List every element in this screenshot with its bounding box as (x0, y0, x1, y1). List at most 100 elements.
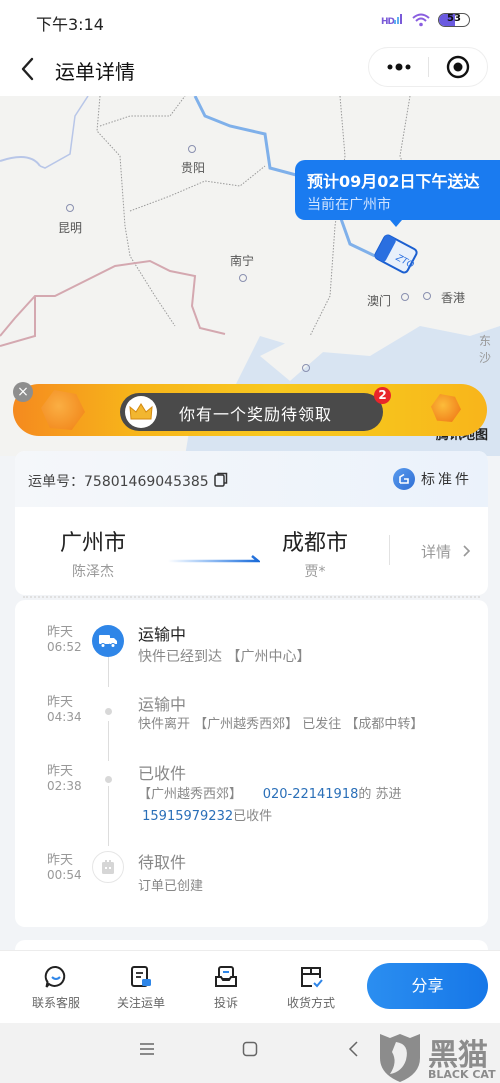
timeline-dot (105, 776, 112, 783)
timeline-time: 06:52 (47, 640, 82, 654)
city-label: 昆明 (58, 221, 83, 235)
system-back-icon[interactable] (348, 1041, 360, 1057)
details-label: 详情 (421, 543, 452, 561)
chevron-right-icon (463, 545, 470, 557)
eta-text: 预计09月02日下午送达 (307, 172, 480, 191)
city-label: 南宁 (230, 254, 255, 268)
shipment-card: 运单号：75801469045385 标准件 广州市 陈泽杰 成都市 贾* 详情 (15, 451, 488, 595)
phone-link[interactable]: 15915979232 (142, 809, 233, 824)
timeline-line (108, 721, 109, 761)
blackcat-watermark: 黑猫 BLACK CAT (376, 1030, 500, 1083)
pickup-status-text: 已收件 (233, 809, 273, 824)
crown-icon (125, 396, 157, 428)
bottom-bar-label: 收货方式 (286, 996, 335, 1010)
timeline-status: 待取件 (138, 853, 187, 872)
reward-text: 你有一个奖励待领取 (179, 405, 333, 424)
waybill-label: 运单号： (28, 474, 84, 490)
clipboard-icon (92, 851, 124, 883)
copy-icon[interactable] (214, 472, 228, 487)
record-circle-icon (446, 55, 470, 79)
city-marker (401, 293, 409, 301)
timeline-day: 昨天 (47, 764, 74, 779)
origin: 广州市 陈泽杰 (33, 525, 153, 581)
close-banner-button[interactable]: × (13, 382, 33, 402)
current-location-text: 当前在广州市 (307, 197, 391, 213)
courier-name: 的 苏进 (358, 787, 402, 802)
origin-city: 广州市 (59, 531, 126, 556)
follow-waybill-button[interactable]: 关注运单 (106, 963, 176, 1011)
delivery-method-button[interactable]: 收货方式 (276, 963, 346, 1011)
truck-marker-icon: ZTO (374, 234, 418, 274)
city-label: 澳门 (367, 294, 392, 308)
service-type-icon (393, 468, 415, 490)
contact-support-button[interactable]: 联系客服 (21, 963, 91, 1011)
bottom-bar-label: 关注运单 (116, 996, 165, 1010)
dotted-separator (23, 596, 480, 598)
timeline-day: 昨天 (47, 853, 74, 868)
timeline-time: 00:54 (47, 868, 82, 882)
tracking-timeline: 昨天 06:52 运输中 快件已经到达 【广州中心】 昨天 04:34 运输中 … (15, 596, 488, 927)
truck-icon (92, 625, 124, 657)
delivery-method-icon (301, 967, 323, 988)
more-dots-icon (387, 63, 410, 71)
signal-label: HD (380, 17, 395, 27)
cat-shield-icon (380, 1034, 420, 1082)
waybill-number: 运单号：75801469045385 (28, 471, 209, 491)
route-divider (389, 535, 390, 565)
sender-name: 陈泽杰 (72, 564, 114, 580)
back-button[interactable] (16, 54, 40, 84)
service-type: 标准件 (393, 468, 472, 490)
city-marker (423, 292, 431, 300)
gem-decoration-icon (431, 394, 461, 422)
nav-bar: 运单详情 (0, 44, 500, 96)
close-miniapp-button[interactable] (429, 47, 487, 87)
city-label: 香港 (441, 291, 466, 305)
recipient-name: 贾* (304, 564, 326, 580)
callout-tail (390, 220, 402, 227)
more-button[interactable] (369, 47, 428, 87)
city-marker (188, 145, 196, 153)
eta-callout[interactable]: 预计09月02日下午送达 当前在广州市 (295, 160, 500, 227)
complaint-button[interactable]: 投诉 (191, 963, 261, 1011)
share-button[interactable]: 分享 (367, 963, 488, 1009)
home-icon[interactable] (242, 1041, 258, 1057)
chat-bubble-icon (44, 965, 66, 988)
timeline-time: 04:34 (47, 710, 82, 724)
signal-icon: HD (381, 12, 404, 27)
wifi-icon (412, 13, 430, 26)
claim-reward-button[interactable]: 你有一个奖励待领取 (120, 393, 383, 431)
timeline-line (108, 786, 109, 846)
timeline-description: 订单已创建 (138, 879, 204, 894)
timeline-day: 昨天 (47, 695, 74, 710)
city-label: 东沙 (479, 334, 492, 365)
timeline-line (108, 657, 109, 687)
city-label: 贵阳 (181, 161, 206, 175)
timeline-dot (105, 708, 112, 715)
page-title: 运单详情 (55, 60, 135, 84)
timeline-status: 运输中 (138, 625, 187, 644)
menu-icon[interactable] (139, 1041, 155, 1057)
watermark-subtext: BLACK CAT (428, 1068, 496, 1081)
city-marker (239, 274, 247, 282)
reward-count-badge: 2 (374, 387, 391, 404)
battery-icon: 53 (438, 12, 470, 27)
bottom-bar-label: 投诉 (213, 996, 238, 1010)
phone-link[interactable]: 020-22141918 (263, 787, 359, 802)
status-time: 下午3:14 (36, 15, 104, 34)
timeline-time: 02:38 (47, 779, 82, 793)
status-bar: 下午3:14 HD 53 (0, 0, 500, 44)
timeline-description: 【广州越秀西郊】 020-22141918的 苏进 15915979232已收件 (138, 784, 478, 828)
destination-city: 成都市 (281, 531, 348, 556)
service-type-label: 标准件 (421, 472, 472, 488)
follow-waybill-icon (131, 966, 151, 987)
pickup-location: 【广州越秀西郊】 (138, 787, 243, 802)
destination: 成都市 贾* (255, 525, 375, 581)
chevron-left-icon (21, 57, 34, 81)
reward-banner: × 你有一个奖励待领取 2 (13, 382, 487, 436)
route-summary: 广州市 陈泽杰 成都市 贾* 详情 (15, 507, 488, 595)
timeline-description: 快件已经到达 【广州中心】 (138, 649, 311, 665)
timeline-description: 快件离开 【广州越秀西郊】 已发往 【成都中转】 (138, 717, 424, 732)
gem-decoration-icon (41, 390, 85, 430)
miniapp-capsule (368, 47, 488, 87)
details-link[interactable]: 详情 (421, 541, 472, 562)
